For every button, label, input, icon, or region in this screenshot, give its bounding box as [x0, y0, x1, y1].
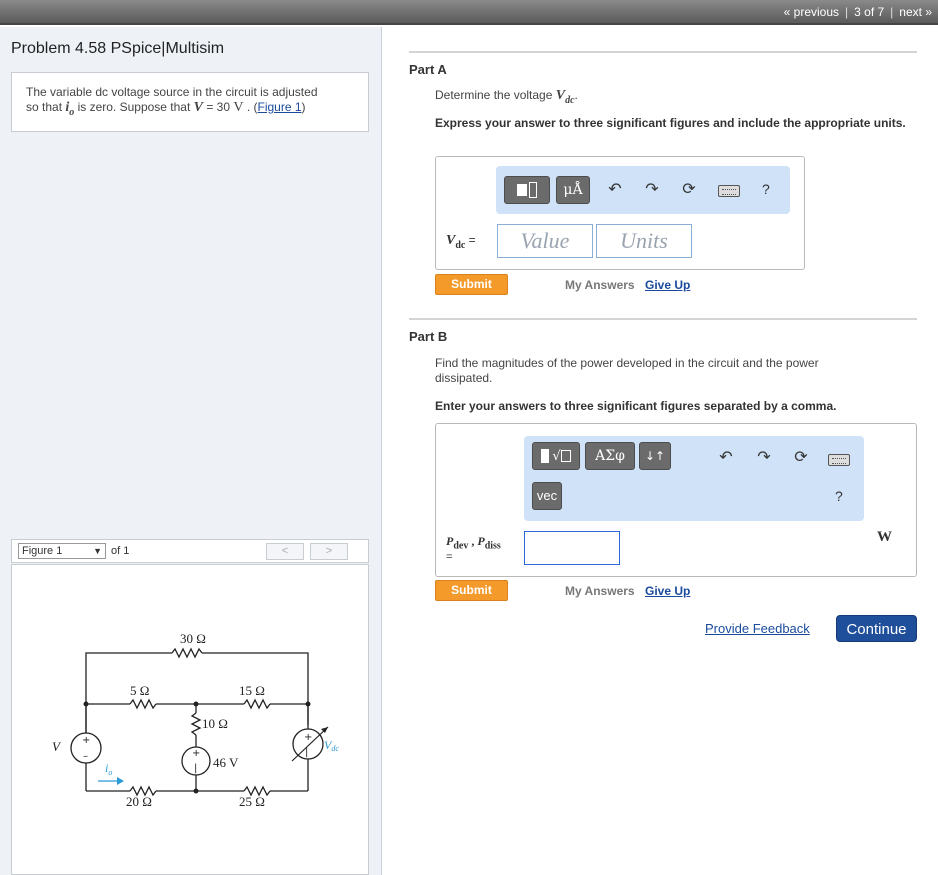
dropdown-arrow-icon: ▼ [93, 546, 102, 556]
pagination-nav: « previous | 3 of 7 | next » [783, 5, 932, 19]
problem-text-line1: The variable dc voltage source in the ci… [26, 85, 318, 99]
figure-prev-button[interactable]: < [266, 543, 304, 560]
redo-icon[interactable]: ↷ [642, 180, 662, 200]
part-b-answer-box: √ ΑΣφ ↓↑ vec ↶ ↷ ⟳ ? Pdev , Pdiss = W [435, 423, 917, 577]
label-vdc: Vdc [324, 738, 339, 753]
part-a-instruction: Express your answer to three significant… [435, 116, 906, 130]
problem-statement: The variable dc voltage source in the ci… [11, 72, 369, 132]
power-label: Pdev , Pdiss = [446, 534, 501, 564]
figure-panel: + – + | + | 30 Ω 5 Ω 15 Ω 10 Ω 46 V 20 Ω 25… [11, 564, 369, 875]
label-30ohm: 30 Ω [180, 631, 206, 646]
keyboard-icon[interactable] [828, 454, 850, 466]
part-b-submit-button[interactable]: Submit [435, 580, 508, 601]
part-a-answer-box: μÅ ↶ ↷ ⟳ ? Vdc = Value Units [435, 156, 805, 270]
units-button[interactable]: μÅ [556, 176, 590, 204]
label-20ohm: 20 Ω [126, 794, 152, 809]
questions-panel: Part A Determine the voltage Vdc. Expres… [383, 27, 938, 875]
part-a-label: Part A [409, 62, 447, 77]
unit-w-label: W [877, 529, 892, 545]
continue-button[interactable]: Continue [836, 615, 917, 642]
figure-link[interactable]: Figure 1 [257, 100, 301, 114]
label-io: io [105, 761, 112, 777]
svg-text:|: | [194, 763, 197, 774]
vec-button[interactable]: vec [532, 482, 562, 510]
undo-icon[interactable]: ↶ [605, 180, 625, 200]
arrows-button[interactable]: ↓↑ [639, 442, 671, 470]
figure-select[interactable]: Figure 1 ▼ [18, 543, 106, 559]
circuit-diagram: + – + | + | 30 Ω 5 Ω 15 Ω 10 Ω 46 V 20 Ω 25… [52, 631, 339, 809]
part-b-my-answers: My Answers [565, 584, 635, 598]
templates-icon [541, 449, 550, 463]
part-b-divider [409, 318, 917, 320]
top-bar: « previous | 3 of 7 | next » [0, 0, 938, 25]
svg-text:+: + [82, 735, 90, 746]
part-b-toolbar: √ ΑΣφ ↓↑ vec ↶ ↷ ⟳ ? [524, 436, 864, 521]
help-icon[interactable]: ? [762, 181, 770, 197]
part-a-question: Determine the voltage Vdc. [435, 88, 578, 106]
svg-text:|: | [305, 747, 308, 758]
part-a-my-answers: My Answers [565, 278, 635, 292]
label-46v: 46 V [213, 755, 239, 770]
redo-icon[interactable]: ↷ [754, 448, 774, 468]
problem-title: Problem 4.58 PSpice|Multisim [11, 40, 225, 57]
part-a-submit-button[interactable]: Submit [435, 274, 508, 295]
part-b-question: Find the magnitudes of the power develop… [435, 356, 819, 385]
vdc-label: Vdc = [446, 233, 476, 251]
templates-button[interactable] [504, 176, 550, 204]
units-input[interactable]: Units [596, 224, 692, 258]
part-a-toolbar: μÅ ↶ ↷ ⟳ ? [496, 166, 790, 214]
part-a-divider [409, 51, 917, 53]
problem-text-line2: so that io is zero. Suppose that V = 30 … [26, 100, 306, 118]
power-input[interactable] [524, 531, 620, 565]
figure-count: of 1 [111, 545, 130, 557]
next-link[interactable]: next » [899, 5, 932, 19]
figure-toolbar: Figure 1 ▼ of 1 < > [11, 539, 369, 563]
provide-feedback-link[interactable]: Provide Feedback [705, 621, 810, 636]
svg-text:+: + [304, 732, 312, 743]
problem-panel: Problem 4.58 PSpice|Multisim The variabl… [0, 27, 382, 875]
part-b-instruction: Enter your answers to three significant … [435, 399, 837, 413]
greek-button[interactable]: ΑΣφ [585, 442, 635, 470]
keyboard-icon[interactable] [718, 185, 740, 197]
label-15ohm: 15 Ω [239, 683, 265, 698]
undo-icon[interactable]: ↶ [716, 448, 736, 468]
figure-next-button[interactable]: > [310, 543, 348, 560]
reset-icon[interactable]: ⟳ [679, 180, 699, 200]
templates-icon [517, 184, 527, 196]
part-b-label: Part B [409, 329, 448, 344]
reset-icon[interactable]: ⟳ [791, 448, 811, 468]
label-5ohm: 5 Ω [130, 683, 149, 698]
label-25ohm: 25 Ω [239, 794, 265, 809]
svg-text:–: – [83, 751, 88, 762]
value-input[interactable]: Value [497, 224, 593, 258]
part-a-give-up-link[interactable]: Give Up [645, 278, 690, 292]
part-b-give-up-link[interactable]: Give Up [645, 584, 690, 598]
label-10ohm: 10 Ω [202, 716, 228, 731]
label-V: V [52, 739, 62, 754]
page-position: 3 of 7 [854, 5, 885, 19]
help-icon[interactable]: ? [835, 488, 843, 504]
svg-text:+: + [192, 748, 200, 759]
previous-link[interactable]: « previous [784, 5, 839, 19]
templates-button-b[interactable]: √ [532, 442, 580, 470]
